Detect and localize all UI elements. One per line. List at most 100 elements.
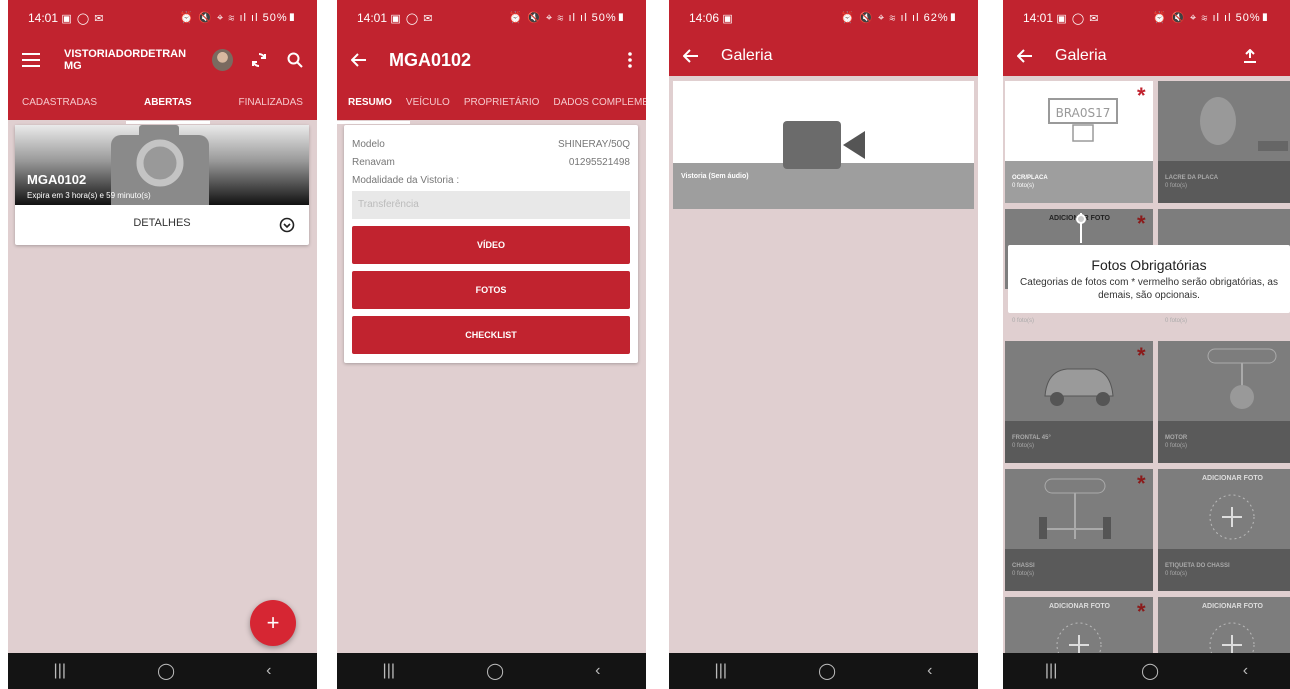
tile-chassi[interactable]: CHASSI 0 foto(s) * (1005, 469, 1153, 591)
tab-finalizadas[interactable]: FINALIZADAS (239, 97, 303, 108)
tab-bar: RESUMO VEÍCULO PROPRIETÁRIO DADOS COMPLE… (337, 84, 646, 124)
card-expiration: Expira em 3 hora(s) e 59 minuto(s) (27, 191, 151, 200)
screen-abertas: 14:01 ▣ ◯ ✉ ⏰ 🔇 ⌖ ≋ ıl ıl 50%▮ VISTORIAD… (8, 0, 317, 689)
tile-name: CHASSI (1012, 563, 1035, 569)
status-bar: 14:06 ▣ ⏰ 🔇 ⌖ ≋ ıl ıl 62%▮ (669, 0, 978, 36)
tile-lacre-placa[interactable]: LACRE DA PLACA 0 foto(s) (1158, 81, 1290, 203)
screen-galeria-fotos: 14:01 ▣ ◯ ✉ ⏰ 🔇 ⌖ ≋ ıl ıl 50%▮ Galeria B… (1003, 0, 1290, 689)
required-star-icon: * (1137, 83, 1146, 108)
tile-count: 0 foto(s) (1012, 318, 1035, 324)
back-arrow-icon[interactable] (683, 49, 699, 63)
tab-proprietario[interactable]: PROPRIETÁRIO (464, 97, 540, 108)
tile-footer (1005, 161, 1153, 203)
card-plate: MGA0102 (27, 172, 87, 187)
tile-count: 0 foto(s) (1165, 571, 1188, 577)
row-renavam: Renavam 01295521498 (352, 157, 630, 168)
app-title: VISTORIADORDETRAN MG (64, 48, 187, 72)
row-value: SHINERAY/50Q (557, 139, 630, 150)
required-photos-tooltip[interactable]: Fotos Obrigatórias Categorias de fotos c… (1008, 245, 1290, 313)
tile-etiqueta-chassi[interactable]: ADICIONAR FOTO ETIQUETA DO CHASSI 0 foto… (1158, 469, 1290, 591)
tile-count: 0 foto(s) (1012, 183, 1035, 189)
recent-apps-button[interactable]: ||| (1045, 662, 1057, 680)
app-bar: Galeria (669, 36, 978, 76)
tile-name: ETIQUETA DO CHASSI (1165, 563, 1230, 569)
avatar[interactable] (212, 49, 233, 71)
tile-image (1158, 81, 1290, 161)
screen-galeria-video: 14:06 ▣ ⏰ 🔇 ⌖ ≋ ıl ıl 62%▮ Galeria Visto… (669, 0, 978, 689)
more-vert-icon[interactable] (628, 52, 632, 68)
tab-abertas[interactable]: ABERTAS (126, 97, 210, 124)
menu-icon[interactable] (22, 53, 40, 67)
home-button[interactable]: ◯ (1141, 661, 1159, 681)
tab-cadastradas[interactable]: CADASTRADAS (22, 97, 97, 108)
fotos-button[interactable]: FOTOS (352, 271, 630, 309)
recent-apps-button[interactable]: ||| (54, 662, 66, 680)
tile-ocr-placa[interactable]: BRA0S17 OCR/PLACA 0 foto(s) * (1005, 81, 1153, 203)
tile-footer (1005, 421, 1153, 463)
tile-motor[interactable]: MOTOR 0 foto(s) (1158, 341, 1290, 463)
chevron-down-icon[interactable] (279, 217, 295, 233)
home-button[interactable]: ◯ (486, 661, 504, 681)
add-photo-label[interactable]: ADICIONAR FOTO (1202, 475, 1263, 482)
tile-footer (1158, 421, 1290, 463)
tile-name: MOTOR (1165, 435, 1188, 441)
tile-image (1005, 469, 1153, 549)
app-bar: MGA0102 (337, 36, 646, 84)
status-bar: 14:01 ▣ ◯ ✉ ⏰ 🔇 ⌖ ≋ ıl ıl 50%▮ (1003, 0, 1290, 36)
video-camera-icon (783, 121, 865, 169)
tab-bar: CADASTRADAS ABERTAS FINALIZADAS (8, 84, 317, 124)
app-bar: Galeria (1003, 36, 1290, 76)
required-star-icon: * (1137, 211, 1146, 236)
back-button[interactable]: ‹ (1243, 662, 1248, 680)
summary-card: Modelo SHINERAY/50Q Renavam 01295521498 … (344, 125, 638, 363)
system-nav-bar: ||| ◯ ‹ (669, 653, 978, 689)
status-left-icons: ▣ (722, 13, 734, 25)
back-arrow-icon[interactable] (1017, 49, 1033, 63)
tile-image (1158, 341, 1290, 421)
home-button[interactable]: ◯ (157, 661, 175, 681)
back-arrow-icon[interactable] (351, 53, 367, 67)
tab-resumo[interactable]: RESUMO (337, 97, 410, 124)
sync-icon[interactable] (251, 52, 267, 68)
video-button[interactable]: VÍDEO (352, 226, 630, 264)
tile-count: 0 foto(s) (1165, 318, 1188, 324)
row-modelo: Modelo SHINERAY/50Q (352, 139, 630, 150)
checklist-button[interactable]: CHECKLIST (352, 316, 630, 354)
modalidade-label: Modalidade da Vistoria : (352, 175, 460, 186)
search-icon[interactable] (287, 52, 303, 68)
status-time: 14:01 (1023, 11, 1054, 25)
upload-icon[interactable] (1244, 49, 1256, 63)
required-star-icon: * (1137, 471, 1146, 496)
tab-dados-complementares[interactable]: DADOS COMPLEMENTA (553, 97, 646, 108)
required-star-icon: * (1137, 599, 1146, 624)
tile-count: 0 foto(s) (1012, 571, 1035, 577)
tooltip-text: Categorias de fotos com * vermelho serão… (1020, 277, 1278, 301)
status-bar: 14:01 ▣ ◯ ✉ ⏰ 🔇 ⌖ ≋ ıl ıl 50%▮ (8, 0, 317, 36)
add-photo-label[interactable]: ADICIONAR FOTO (1202, 603, 1263, 610)
status-left-icons: ▣ ◯ ✉ (390, 13, 434, 25)
add-button[interactable]: + (250, 600, 296, 646)
details-button[interactable]: DETALHES (15, 217, 309, 229)
page-title: MGA0102 (389, 49, 472, 70)
recent-apps-button[interactable]: ||| (715, 662, 727, 680)
add-photo-label[interactable]: ADICIONAR FOTO (1049, 603, 1110, 610)
status-bar: 14:01 ▣ ◯ ✉ ⏰ 🔇 ⌖ ≋ ıl ıl 50%▮ (337, 0, 646, 36)
video-card[interactable]: Vistoria (Sem áudio) (673, 81, 974, 209)
tile-name: OCR/PLACA (1012, 175, 1048, 181)
status-right-icons: ⏰ 🔇 ⌖ ≋ ıl ıl 50%▮ (1152, 12, 1270, 24)
tile-frontal-45[interactable]: FRONTAL 45° 0 foto(s) * (1005, 341, 1153, 463)
modalidade-field[interactable]: Transferência (352, 191, 630, 219)
status-time: 14:06 (689, 11, 720, 25)
row-label: Renavam (352, 157, 395, 168)
tile-name: FRONTAL 45° (1012, 435, 1051, 441)
video-label: Vistoria (Sem áudio) (681, 173, 749, 180)
tooltip-pointer (1076, 213, 1086, 247)
back-button[interactable]: ‹ (595, 662, 600, 680)
back-button[interactable]: ‹ (266, 662, 271, 680)
recent-apps-button[interactable]: ||| (383, 662, 395, 680)
page-title: Galeria (1055, 47, 1107, 64)
home-button[interactable]: ◯ (818, 661, 836, 681)
vistoria-card[interactable]: MGA0102 Expira em 3 hora(s) e 59 minuto(… (15, 125, 309, 245)
tab-veiculo[interactable]: VEÍCULO (406, 97, 450, 108)
back-button[interactable]: ‹ (927, 662, 932, 680)
